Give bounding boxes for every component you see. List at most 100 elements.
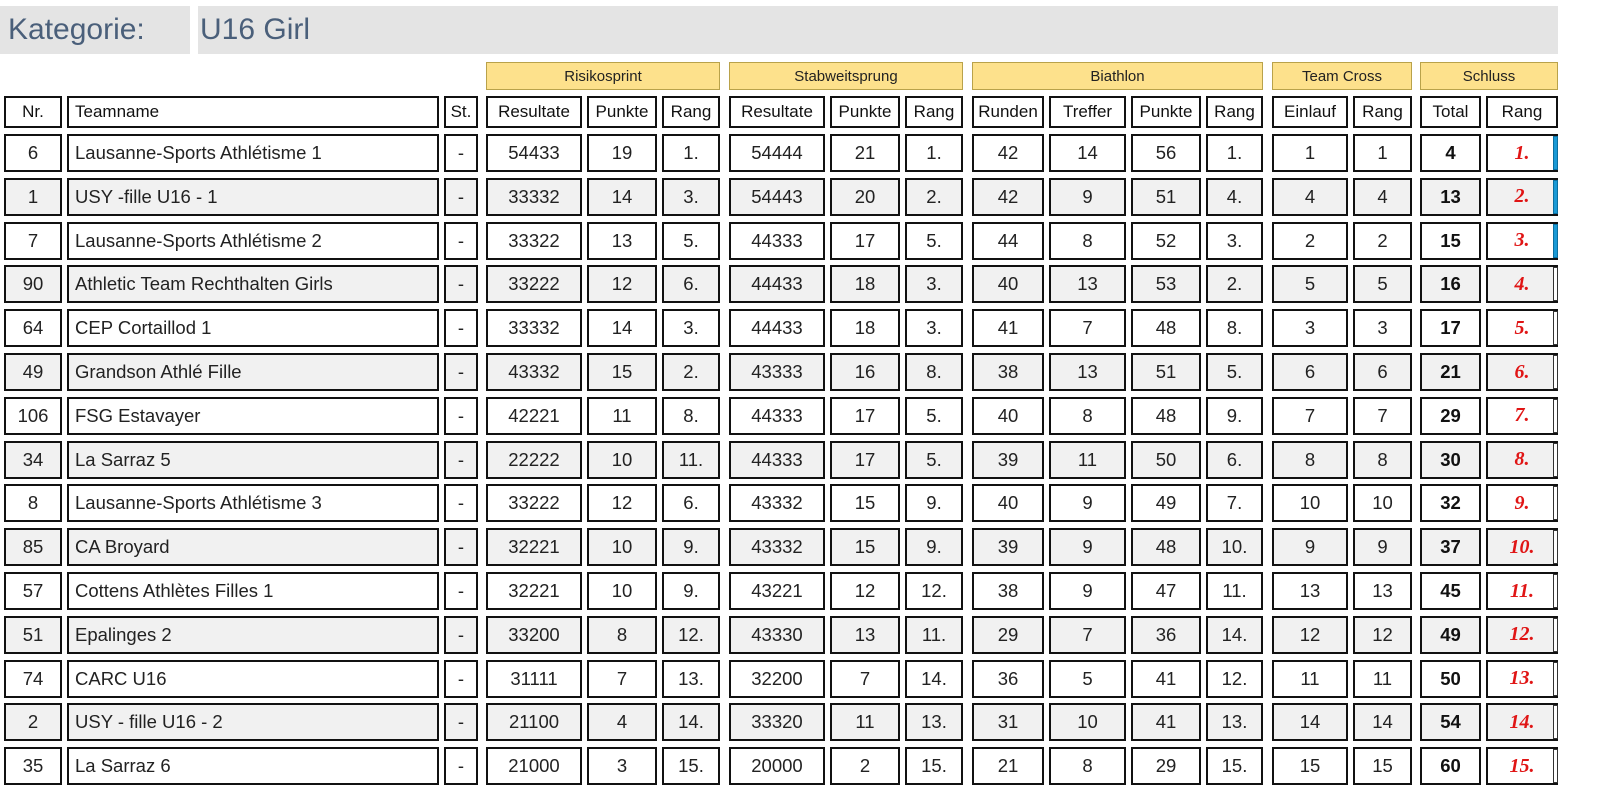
cell-teamname: Cottens Athlètes Filles 1 xyxy=(67,572,439,610)
cell-cross-einlauf: 12 xyxy=(1272,615,1348,654)
cell-biathlon-rang: 4. xyxy=(1206,177,1263,216)
table-row: 1 USY -fille U16 - 1-33332 14 3. 54443 20 2. 42… xyxy=(0,177,1600,216)
cell-stab-punkte: 21 xyxy=(830,134,900,172)
cell-biathlon-punkte: 29 xyxy=(1131,747,1201,786)
cell-cross-rang: 8 xyxy=(1353,440,1412,479)
cell-biathlon-treffer: 7 xyxy=(1049,309,1126,348)
cell-risiko-resultate: 32221 xyxy=(486,528,582,567)
cell-teamname: FSG Estavayer xyxy=(67,396,439,435)
column-header-biathlon-treffer: Treffer xyxy=(1049,96,1126,128)
cell-risiko-punkte: 3 xyxy=(587,747,657,786)
cell-risiko-rang: 6. xyxy=(662,265,720,304)
cell-cross-einlauf: 4 xyxy=(1272,177,1348,216)
table-row: 85 CA Broyard -32221 10 9. 43332 15 9. 39 9 48 10. 9… xyxy=(0,528,1600,567)
cell-biathlon-rang: 15. xyxy=(1206,747,1263,786)
cell-biathlon-runden: 42 xyxy=(972,177,1044,216)
cell-st: - xyxy=(444,440,478,479)
group-header-stabweitsprung: Stabweitsprung xyxy=(729,62,963,90)
cell-st: - xyxy=(444,265,478,304)
cell-st: - xyxy=(444,134,478,172)
cell-stab-resultate: 32200 xyxy=(729,659,825,698)
column-header-risiko-rang: Rang xyxy=(662,96,720,128)
cell-risiko-punkte: 10 xyxy=(587,528,657,567)
cell-risiko-resultate: 33332 xyxy=(486,309,582,348)
cell-biathlon-punkte: 53 xyxy=(1131,265,1201,304)
group-header-biathlon: Biathlon xyxy=(972,62,1263,90)
cell-cross-rang: 5 xyxy=(1353,265,1412,304)
cell-st: - xyxy=(444,309,478,348)
row-marker xyxy=(1553,661,1558,696)
column-header-total: Total xyxy=(1420,96,1481,128)
cell-risiko-rang: 3. xyxy=(662,177,720,216)
cell-biathlon-rang: 6. xyxy=(1206,440,1263,479)
cell-cross-rang: 15 xyxy=(1353,747,1412,786)
cell-schluss-rang: 7. xyxy=(1486,396,1558,435)
cell-stab-rang: 5. xyxy=(905,221,963,260)
cell-risiko-rang: 3. xyxy=(662,309,720,348)
cell-biathlon-treffer: 9 xyxy=(1049,528,1126,567)
table-row: 90 Athletic Team Rechthalten Girls -33222 1… xyxy=(0,265,1600,304)
cell-total: 32 xyxy=(1420,484,1481,523)
cell-biathlon-rang: 11. xyxy=(1206,572,1263,610)
cell-biathlon-runden: 40 xyxy=(972,265,1044,304)
cell-risiko-rang: 12. xyxy=(662,615,720,654)
column-header-stab-rang: Rang xyxy=(905,96,963,128)
cell-biathlon-runden: 39 xyxy=(972,528,1044,567)
column-header-stab-resultate: Resultate xyxy=(729,96,825,128)
cell-biathlon-punkte: 56 xyxy=(1131,134,1201,172)
podium-marker xyxy=(1553,136,1558,170)
cell-cross-rang: 3 xyxy=(1353,309,1412,348)
cell-st: - xyxy=(444,528,478,567)
cell-stab-resultate: 44433 xyxy=(729,309,825,348)
cell-risiko-resultate: 33332 xyxy=(486,177,582,216)
cell-teamname: CA Broyard xyxy=(67,528,439,567)
cell-cross-rang: 12 xyxy=(1353,615,1412,654)
table-row: 74 CARC U16-31111 7 13. 32200 7 14. 36 5 41 12. 11 1… xyxy=(0,659,1600,698)
cell-st: - xyxy=(444,396,478,435)
cell-stab-resultate: 44433 xyxy=(729,265,825,304)
cell-biathlon-rang: 7. xyxy=(1206,484,1263,523)
table-row: 7 Lausanne-Sports Athlétisme 2-33322 13 5. 4… xyxy=(0,221,1600,260)
cell-st: - xyxy=(444,572,478,610)
cell-risiko-punkte: 7 xyxy=(587,659,657,698)
cell-stab-rang: 11. xyxy=(905,615,963,654)
cell-stab-rang: 9. xyxy=(905,528,963,567)
column-header-st: St. xyxy=(444,96,478,128)
cell-biathlon-runden: 38 xyxy=(972,572,1044,610)
cell-stab-rang: 9. xyxy=(905,484,963,523)
cell-teamname: Grandson Athlé Fille xyxy=(67,353,439,391)
cell-biathlon-rang: 13. xyxy=(1206,703,1263,742)
cell-st: - xyxy=(444,177,478,216)
cell-stab-rang: 15. xyxy=(905,747,963,786)
cell-biathlon-runden: 29 xyxy=(972,615,1044,654)
cell-schluss-rang: 2. xyxy=(1486,177,1558,216)
cell-risiko-resultate: 22222 xyxy=(486,440,582,479)
cell-stab-punkte: 18 xyxy=(830,309,900,348)
cell-biathlon-runden: 42 xyxy=(972,134,1044,172)
cell-risiko-rang: 9. xyxy=(662,572,720,610)
cell-cross-einlauf: 14 xyxy=(1272,703,1348,742)
table-row: 34 La Sarraz 5-22222 10 11. 44333 17 5. 39 11 50 6… xyxy=(0,440,1600,479)
row-marker xyxy=(1553,705,1558,740)
cell-biathlon-punkte: 48 xyxy=(1131,309,1201,348)
cell-stab-rang: 2. xyxy=(905,177,963,216)
cell-nr: 85 xyxy=(4,528,62,567)
table-row: 6 Lausanne-Sports Athlétisme 1-54433 19 1. 5… xyxy=(0,134,1600,172)
cell-stab-rang: 12. xyxy=(905,572,963,610)
cell-stab-resultate: 33320 xyxy=(729,703,825,742)
cell-schluss-rang: 9. xyxy=(1486,484,1558,523)
cell-risiko-rang: 14. xyxy=(662,703,720,742)
column-header-biathlon-punkte: Punkte xyxy=(1131,96,1201,128)
cell-biathlon-runden: 39 xyxy=(972,440,1044,479)
cell-biathlon-runden: 36 xyxy=(972,659,1044,698)
cell-cross-einlauf: 10 xyxy=(1272,484,1348,523)
cell-teamname: Athletic Team Rechthalten Girls xyxy=(67,265,439,304)
cell-biathlon-treffer: 8 xyxy=(1049,221,1126,260)
cell-nr: 49 xyxy=(4,353,62,391)
category-label: Kategorie: xyxy=(0,6,190,54)
cell-stab-punkte: 17 xyxy=(830,221,900,260)
row-marker xyxy=(1553,486,1558,521)
group-header-team-cross: Team Cross xyxy=(1272,62,1412,90)
cell-total: 49 xyxy=(1420,615,1481,654)
row-marker xyxy=(1553,355,1558,389)
